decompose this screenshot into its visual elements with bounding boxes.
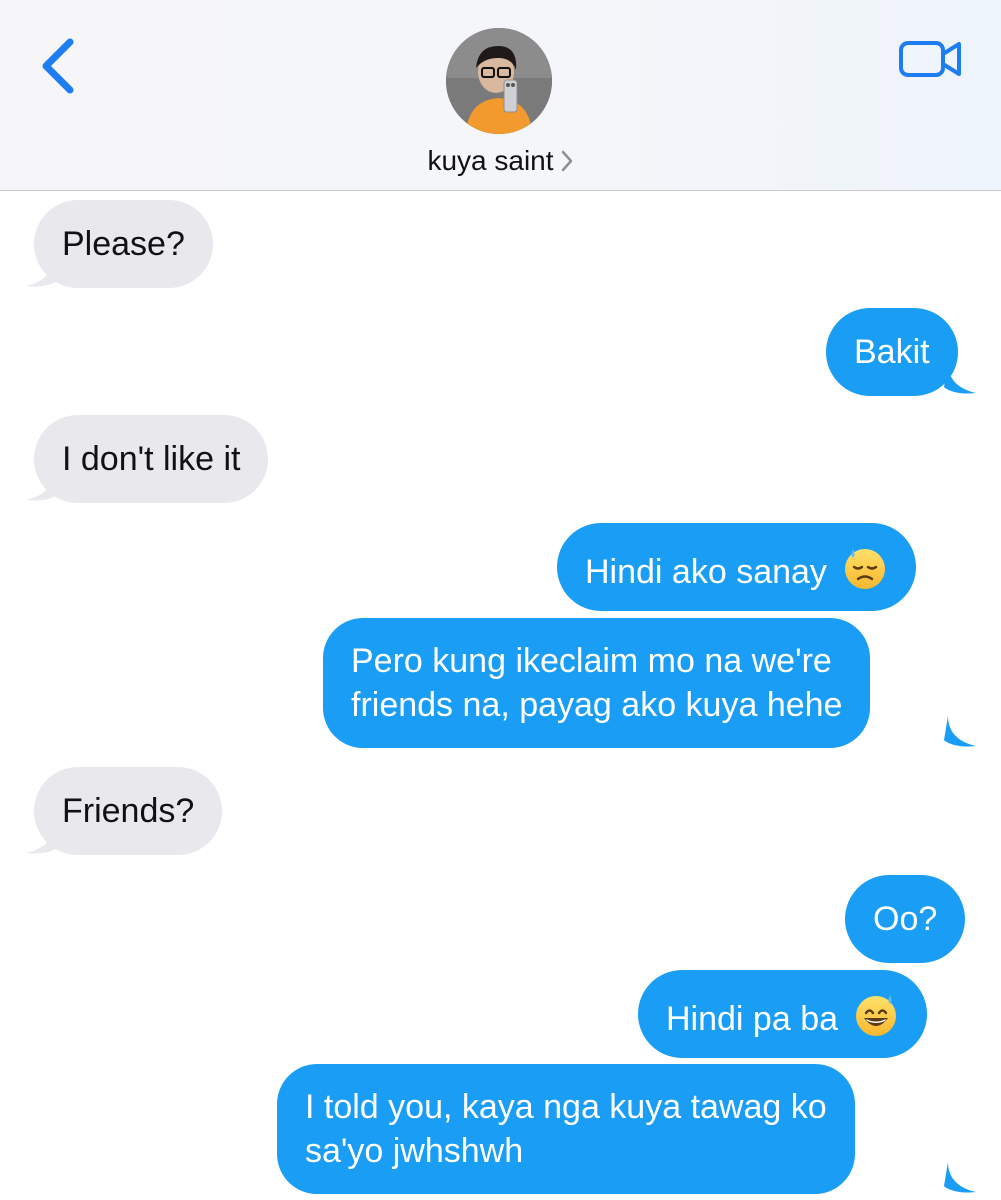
contact-avatar[interactable] xyxy=(446,28,552,134)
outgoing-message[interactable]: Hindi pa ba xyxy=(638,970,928,1058)
message-text: Hindi pa ba xyxy=(666,1000,839,1038)
contact-name-button[interactable]: kuya saint xyxy=(0,145,1001,180)
bubble-tail xyxy=(944,1162,976,1193)
incoming-message[interactable]: I don't like it xyxy=(34,415,269,503)
incoming-message[interactable]: Please? xyxy=(34,200,213,288)
chevron-left-icon xyxy=(42,38,74,94)
message-text: Hindi ako sanay xyxy=(585,553,827,591)
message-text: Oo? xyxy=(873,900,938,938)
message-text: I don't like it xyxy=(62,440,241,478)
video-camera-icon xyxy=(899,41,961,77)
message-text-line: friends na, payag ako kuya hehe xyxy=(351,686,843,724)
message-text: Friends? xyxy=(62,792,195,830)
outgoing-message[interactable]: Hindi ako sanay xyxy=(557,523,917,611)
outgoing-message[interactable]: Oo? xyxy=(845,875,966,963)
bubble-tail xyxy=(944,716,976,747)
avatar-photo xyxy=(446,28,552,134)
message-text-line: Pero kung ikeclaim mo na we're xyxy=(351,642,832,680)
grinning-face-with-sweat-emoji xyxy=(853,992,899,1049)
downcast-face-with-sweat-emoji xyxy=(842,545,888,602)
incoming-message[interactable]: Friends? xyxy=(34,767,223,855)
message-text-line: I told you, kaya nga kuya tawag ko xyxy=(305,1088,827,1126)
outgoing-message[interactable]: Pero kung ikeclaim mo na we're friends n… xyxy=(323,618,871,748)
outgoing-message[interactable]: I told you, kaya nga kuya tawag ko sa'yo… xyxy=(277,1064,855,1194)
message-text: Bakit xyxy=(854,333,930,371)
back-button[interactable] xyxy=(36,36,80,96)
conversation-header: kuya saint xyxy=(0,0,1001,191)
outgoing-message[interactable]: Bakit xyxy=(826,308,958,396)
contact-name: kuya saint xyxy=(427,145,554,176)
message-text: Please? xyxy=(62,225,185,263)
chevron-right-icon xyxy=(560,148,574,180)
message-text-line: sa'yo jwhshwh xyxy=(305,1132,524,1170)
facetime-video-button[interactable] xyxy=(898,38,964,80)
